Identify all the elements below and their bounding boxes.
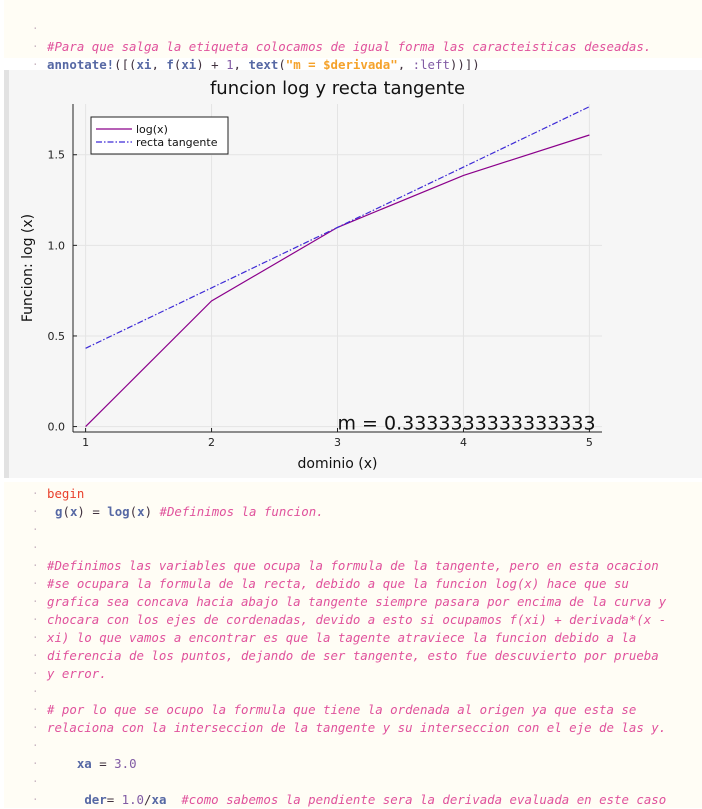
code-text: diferencia de los puntos, dejando de ser… <box>47 648 659 663</box>
line-marker: · <box>32 775 39 788</box>
comment-text: #Para que salga la etiqueta colocamos de… <box>47 39 652 54</box>
code-text: g(x) = log(x) #Definimos la funcion. <box>55 504 324 519</box>
line-marker: · <box>32 577 39 590</box>
data-point <box>589 106 591 108</box>
line-marker: · <box>32 757 39 770</box>
data-point <box>337 227 339 229</box>
line-marker: · <box>32 649 39 662</box>
x-tick-label: 5 <box>586 436 593 449</box>
line-marker: · <box>32 721 39 734</box>
data-point <box>85 347 87 349</box>
plot-svg: 1 2 3 4 5 0.0 0.5 1.0 1.5 m = 0.3333333333333333 f… <box>20 78 602 472</box>
x-tick-label: 2 <box>208 436 215 449</box>
line-marker: · <box>32 685 39 698</box>
line-marker: · <box>32 523 39 536</box>
code-text: y error. <box>47 666 107 681</box>
y-tick-label: 0.0 <box>48 421 66 434</box>
code-text: begin <box>47 486 85 501</box>
x-axis-label: dominio (x) <box>298 456 378 472</box>
y-axis-label: Funcion: log (x) <box>20 214 36 322</box>
code-line: · #Para que salga la etiqueta colocamos … <box>4 2 651 54</box>
data-point <box>463 175 465 177</box>
line-marker: · <box>32 541 39 554</box>
line-marker: · <box>32 667 39 680</box>
x-tick-label: 3 <box>334 436 341 449</box>
code-text: chocara con los ejes de cordenadas, devi… <box>47 612 667 627</box>
data-point <box>589 134 591 136</box>
line-marker: · <box>32 559 39 572</box>
line-marker: · <box>32 613 39 626</box>
line-marker: · <box>32 487 39 500</box>
line-marker: · <box>32 505 39 518</box>
code-cell-bottom[interactable]: · begin · g(x) = log(x) #Definimos la funci… <box>4 482 702 808</box>
code-line: · end <box>4 38 69 90</box>
data-point <box>211 300 213 302</box>
chart-title: funcion log y recta tangente <box>210 78 465 99</box>
legend-label: log(x) <box>136 123 168 136</box>
code-cell-top[interactable]: · #Para que salga la etiqueta colocamos … <box>4 0 702 90</box>
annotation-text: m = 0.3333333333333333 <box>338 413 596 435</box>
y-tick-label: 1.0 <box>48 239 66 252</box>
code-text: #se ocupara la formula de la recta, debi… <box>47 576 629 591</box>
line-marker: · <box>32 793 39 806</box>
x-tick-label: 4 <box>460 436 467 449</box>
code-text: # por lo que se ocupo la formula que tie… <box>47 702 637 717</box>
code-line: · annotate!([(xi, f(xi) + 1, text("m = $… <box>4 20 480 72</box>
code-text: #Definimos las variables que ocupa la fo… <box>47 558 659 573</box>
line-marker: · <box>32 703 39 716</box>
data-point <box>85 426 87 428</box>
code-text: grafica sea concava hacia abajo la tange… <box>47 594 667 609</box>
data-point <box>463 166 465 168</box>
line-marker: · <box>32 631 39 644</box>
x-tick-label: 1 <box>82 436 89 449</box>
code-text: der= 1.0/xa #como sabemos la pendiente s… <box>84 792 667 807</box>
code-text: xi) lo que vamos a encontrar es que la t… <box>47 630 637 645</box>
line-marker: · <box>32 595 39 608</box>
code-text: relaciona con la interseccion de la tang… <box>47 720 667 735</box>
plot-output-cell: 1 2 3 4 5 0.0 0.5 1.0 1.5 m = 0.3333333333333333 f… <box>4 70 702 478</box>
y-tick-label: 0.5 <box>48 330 66 343</box>
data-point <box>211 287 213 289</box>
legend-label: recta tangente <box>136 136 218 149</box>
code-text: xa = 3.0 <box>76 756 137 771</box>
y-tick-label: 1.5 <box>48 149 66 162</box>
line-marker: · <box>32 739 39 752</box>
